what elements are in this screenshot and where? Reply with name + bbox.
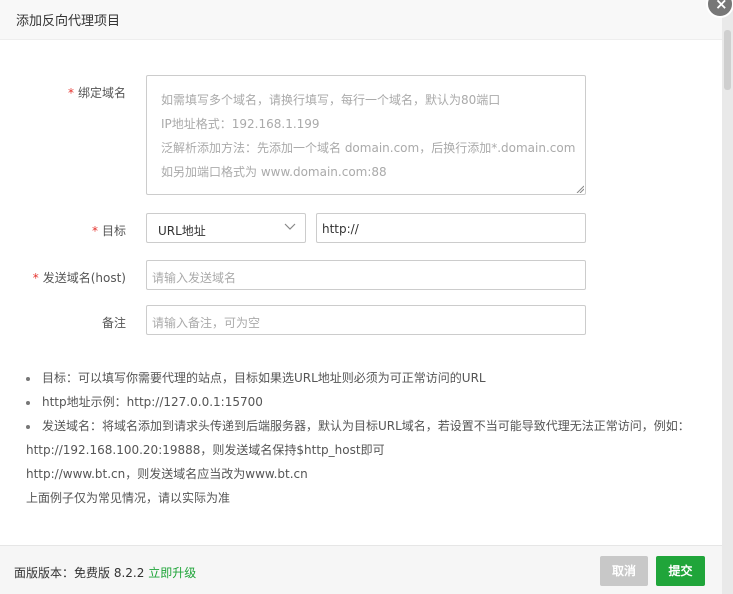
version-text: 面版版本：免费版 8.2.2	[14, 566, 145, 580]
upgrade-link[interactable]: 立即升级	[148, 566, 196, 580]
tip-item: 目标：可以填写你需要代理的站点，目标如果选URL地址则必须为可正常访问的URL	[26, 369, 486, 386]
tip-continuation: 上面例子仅为常见情况，请以实际为准	[26, 491, 231, 505]
remark-placeholder: 请输入备注，可为空	[152, 316, 261, 330]
target-type-value: URL地址	[158, 224, 206, 238]
target-type-select[interactable]: URL地址	[146, 213, 306, 243]
domain-textarea[interactable]: 如需填写多个域名，请换行填写，每行一个域名，默认为80端口 IP地址格式：192…	[146, 75, 586, 195]
domain-placeholder-line: 如另加端口格式为 www.domain.com:88	[161, 165, 387, 179]
scrollbar[interactable]	[722, 0, 733, 594]
required-mark: *	[91, 224, 98, 238]
dialog-titlebar: 添加反向代理项目	[0, 0, 722, 40]
domain-placeholder-line: IP地址格式：192.168.1.199	[161, 117, 320, 131]
tip-item: 发送域名：将域名添加到请求头传递到后端服务器，默认为目标URL域名，若设置不当可…	[26, 417, 690, 434]
tip-continuation: http://192.168.100.20:19888，则发送域名保持$http…	[26, 443, 385, 457]
tip-item: http地址示例：http://127.0.0.1:15700	[26, 393, 263, 410]
target-url-value: http://	[322, 222, 359, 236]
tip-continuation: http://www.bt.cn，则发送域名应当改为www.bt.cn	[26, 467, 308, 481]
domain-label-text: 绑定域名	[77, 86, 126, 100]
target-url-input[interactable]: http://	[316, 213, 586, 243]
tip-text: 发送域名：将域名添加到请求头传递到后端服务器，默认为目标URL域名，若设置不当可…	[42, 419, 690, 433]
submit-button[interactable]: 提交	[656, 556, 705, 586]
version-info: 面版版本：免费版 8.2.2 立即升级	[14, 564, 196, 581]
add-reverse-proxy-dialog: 添加反向代理项目 * 绑定域名 如需填写多个域名，请换行填写，每行一个域名，默认为…	[0, 0, 722, 594]
target-label-text: 目标	[101, 224, 126, 238]
cancel-button[interactable]: 取消	[600, 556, 648, 586]
scrollbar-thumb[interactable]	[724, 30, 731, 90]
dialog-footer: 面版版本：免费版 8.2.2 立即升级 取消 提交	[0, 545, 722, 594]
domain-label: * 绑定域名	[60, 84, 126, 101]
close-icon: ×	[715, 0, 728, 13]
bullet-icon	[26, 376, 30, 381]
tip-text: 目标：可以填写你需要代理的站点，目标如果选URL地址则必须为可正常访问的URL	[42, 371, 486, 385]
host-placeholder: 请输入发送域名	[152, 271, 237, 285]
chevron-down-icon	[284, 223, 296, 230]
target-label: * 目标	[60, 222, 126, 239]
resize-handle-icon[interactable]	[576, 185, 584, 193]
dialog-title: 添加反向代理项目	[16, 14, 121, 29]
bullet-icon	[26, 400, 30, 405]
host-label-text: 发送域名(host)	[42, 271, 126, 285]
remark-label: 备注	[101, 316, 126, 330]
required-mark: *	[32, 271, 39, 285]
host-input[interactable]: 请输入发送域名	[146, 260, 586, 290]
domain-placeholder-line: 泛解析添加方法：先添加一个域名 domain.com，后换行添加*.domain…	[161, 141, 576, 155]
remark-input[interactable]: 请输入备注，可为空	[146, 305, 586, 335]
domain-placeholder-line: 如需填写多个域名，请换行填写，每行一个域名，默认为80端口	[161, 93, 501, 107]
required-mark: *	[67, 86, 74, 100]
host-label: * 发送域名(host)	[20, 269, 126, 286]
bullet-icon	[26, 424, 30, 429]
tip-text: http地址示例：http://127.0.0.1:15700	[42, 395, 263, 409]
